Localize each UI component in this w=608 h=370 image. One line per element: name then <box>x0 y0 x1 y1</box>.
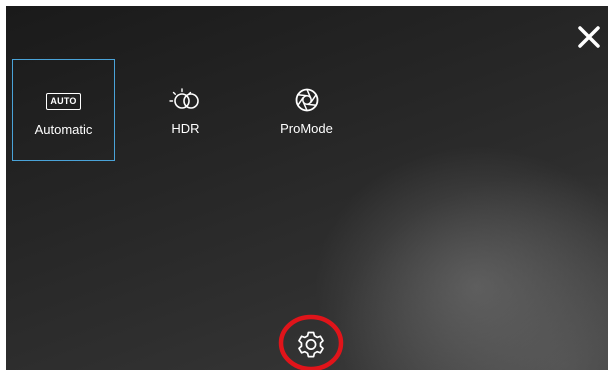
mode-promode-label: ProMode <box>280 121 333 136</box>
mode-hdr[interactable]: HDR <box>134 59 237 161</box>
close-icon <box>578 26 600 48</box>
gear-icon <box>298 331 324 358</box>
close-button[interactable] <box>576 24 602 50</box>
highlight-ring <box>278 314 344 370</box>
mode-automatic[interactable]: AUTO Automatic <box>12 59 115 161</box>
settings-graphic <box>278 314 344 370</box>
aperture-icon <box>295 88 318 112</box>
auto-icon: AUTO <box>13 90 114 112</box>
auto-badge: AUTO <box>46 92 81 110</box>
mode-promode[interactable]: ProMode <box>255 59 358 161</box>
mode-automatic-label: Automatic <box>34 122 93 137</box>
settings-button[interactable] <box>276 306 348 370</box>
hdr-icon <box>168 88 199 109</box>
camera-mode-panel: AUTO Automatic HDR ProMode <box>6 6 608 370</box>
mode-hdr-label: HDR <box>171 121 200 136</box>
